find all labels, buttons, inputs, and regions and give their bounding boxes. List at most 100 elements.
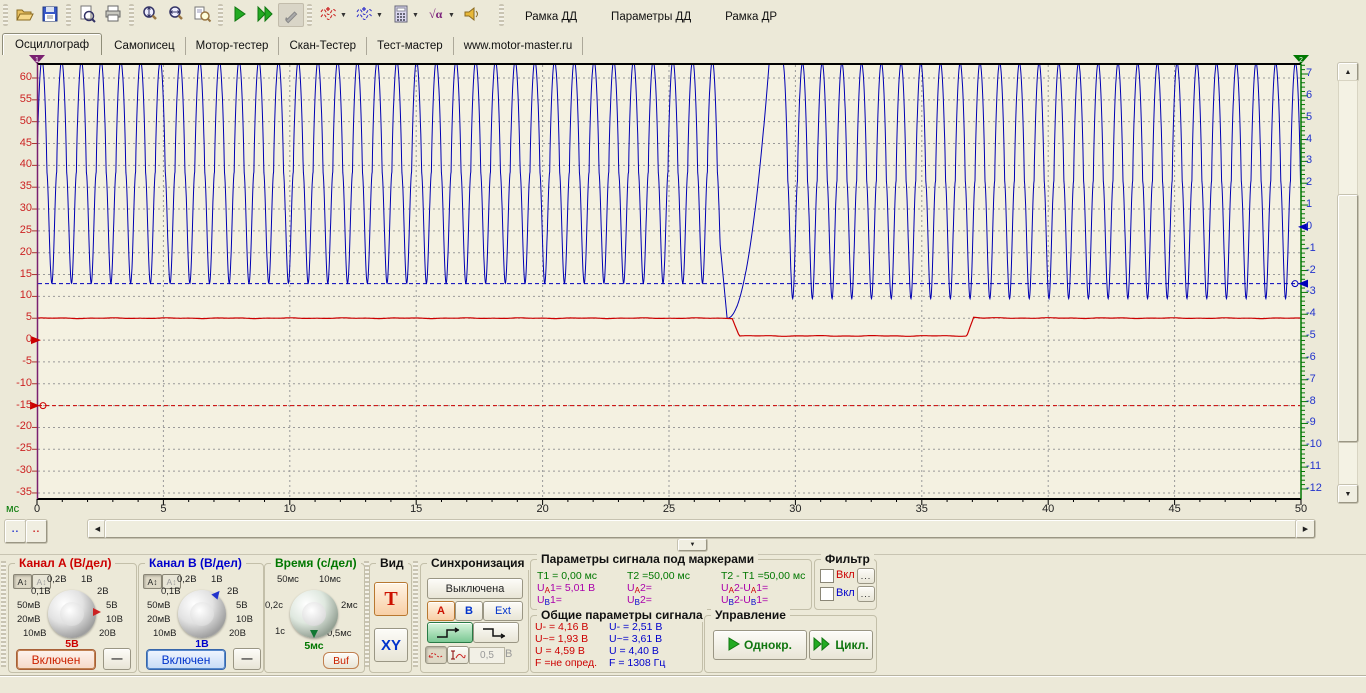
toolbar-grip[interactable]: [499, 4, 504, 26]
open-folder-button[interactable]: [11, 3, 37, 27]
collapse-panel-button[interactable]: ▼: [678, 539, 707, 551]
hscroll-thumb[interactable]: [105, 520, 1297, 538]
tab-1[interactable]: Осциллограф: [2, 33, 102, 55]
knob-scale-label: 50мВ: [147, 600, 170, 611]
marker1-scroll-button[interactable]: ..: [5, 520, 26, 543]
calculator-button[interactable]: ▼: [387, 3, 423, 27]
oscilloscope-plot[interactable]: 12: [0, 55, 1366, 554]
common-param-b: U- = 2,51 В: [609, 621, 662, 633]
right-axis-label: 7: [1306, 67, 1334, 79]
vscroll-up-button[interactable]: ▲: [1338, 63, 1358, 81]
panel-grip[interactable]: [413, 561, 418, 667]
sync-source-ext-button[interactable]: Ext: [483, 601, 523, 621]
right-axis-label: -5: [1306, 329, 1334, 341]
speaker-button[interactable]: [459, 3, 485, 27]
sync-level-input[interactable]: [469, 647, 505, 664]
view-t-button[interactable]: T: [374, 582, 408, 616]
volts-per-div-knob[interactable]: [48, 590, 96, 638]
wave-red-button[interactable]: ▼: [315, 3, 351, 27]
filter-panel: Фильтр Вкл...Вкл...: [814, 559, 877, 610]
left-axis-label: 25: [0, 224, 32, 236]
channel-a-power-button[interactable]: Включен: [17, 650, 95, 669]
sync-edge-rising-button[interactable]: [427, 622, 473, 643]
toolbar-grip[interactable]: [129, 4, 134, 26]
toolbar-text-button-1[interactable]: Рамка ДД: [515, 4, 587, 26]
channel-a-minus-button[interactable]: —: [103, 648, 131, 670]
wave-blue-button[interactable]: ▼: [351, 3, 387, 27]
run-once-button[interactable]: [226, 3, 252, 27]
left-axis-label: 10: [0, 289, 32, 301]
print-button[interactable]: [100, 3, 126, 27]
right-axis-label: 6: [1306, 89, 1334, 101]
print-preview-button[interactable]: [74, 3, 100, 27]
view-xy-button[interactable]: XY: [374, 628, 408, 662]
common-param-b: U~= 3,61 В: [609, 633, 662, 645]
zoom-horizontal-button[interactable]: [163, 3, 189, 27]
toolbar-grip[interactable]: [3, 4, 8, 26]
knob-scale-label: 0,1В: [161, 586, 181, 597]
double-play-icon: [813, 637, 831, 654]
control-panel: Управление Однокр.Цикл.: [704, 615, 877, 673]
zoom-vertical-button[interactable]: [137, 3, 163, 27]
channel-b-minus-button[interactable]: —: [233, 648, 261, 670]
x-axis-label: 30: [775, 503, 815, 515]
left-axis-label: 5: [0, 311, 32, 323]
sync-source-b-button[interactable]: B: [455, 601, 483, 621]
filter-checkbox-1[interactable]: [820, 569, 834, 583]
toolbar-grip[interactable]: [66, 4, 71, 26]
play-icon: [728, 637, 740, 654]
sync-mode-auto-button[interactable]: [425, 646, 447, 664]
scroll-left-icon: ◀: [95, 525, 100, 533]
right-axis-label: 5: [1306, 111, 1334, 123]
sync-mode-level-button[interactable]: [447, 646, 469, 664]
toolbar-grip[interactable]: [218, 4, 223, 26]
knob-scale-label: 20В: [99, 628, 116, 639]
right-axis-label: -8: [1306, 395, 1334, 407]
tab-4[interactable]: Скан-Тестер: [279, 37, 367, 55]
tab-6[interactable]: www.motor-master.ru: [454, 37, 584, 55]
run-cycle-button[interactable]: Цикл.: [809, 630, 873, 660]
left-axis-label: -20: [0, 420, 32, 432]
knob-scale-label: 20мВ: [147, 614, 170, 625]
save-button[interactable]: [37, 3, 63, 27]
marker2-scroll-button[interactable]: ..: [26, 520, 47, 543]
channel-scale-mode-button-1[interactable]: А↕: [143, 574, 162, 589]
marker1-dots-icon: ..: [12, 527, 20, 532]
toolbar-grip[interactable]: [307, 4, 312, 26]
knob-pointer: [310, 630, 318, 638]
knob-scale-label: 0,2с: [265, 600, 283, 611]
toolbar-text-button-2[interactable]: Параметры ДД: [601, 4, 701, 26]
toolbar-text-button-3[interactable]: Рамка ДР: [715, 4, 787, 26]
sync-off-button[interactable]: Выключена: [427, 578, 523, 599]
buffer-button[interactable]: Buf: [323, 652, 359, 669]
sync-level-unit: В: [505, 648, 512, 660]
falling-edge-icon: [481, 626, 511, 640]
sync-source-a-button[interactable]: А: [427, 601, 455, 621]
hscroll-right-button[interactable]: ▶: [1296, 520, 1315, 538]
run-cycle-button[interactable]: [252, 3, 278, 27]
tab-2[interactable]: Самописец: [104, 37, 186, 55]
edit-disabled-button[interactable]: [278, 3, 304, 27]
filter-settings-button-2[interactable]: ...: [857, 586, 875, 602]
zoom-selection-button[interactable]: [189, 3, 215, 27]
vscroll-down-button[interactable]: ▼: [1338, 485, 1358, 503]
sync-title: Синхронизация: [427, 556, 529, 570]
left-axis-label: 55: [0, 93, 32, 105]
channel-b-power-button[interactable]: Включен: [147, 650, 225, 669]
control-panel-area: Канал A (В/дел) А↕А↕0,2В1В0,1В2В50мВ5В20…: [0, 554, 1366, 676]
channel-b-title: Канал B (В/дел): [145, 556, 246, 570]
panel-grip[interactable]: [1, 561, 6, 667]
control-title: Управление: [711, 608, 790, 622]
channel-scale-mode-button-1[interactable]: А↕: [13, 574, 32, 589]
run-once-button[interactable]: Однокр.: [713, 630, 807, 660]
filter-checkbox-2[interactable]: [820, 587, 834, 601]
rising-edge-icon: [435, 626, 465, 640]
sync-edge-falling-button[interactable]: [473, 622, 519, 643]
right-axis-label: -10: [1306, 438, 1334, 450]
sqrt-button[interactable]: √α▼: [423, 3, 459, 27]
filter-settings-button-1[interactable]: ...: [857, 568, 875, 584]
vscroll-thumb[interactable]: [1338, 195, 1358, 442]
tab-3[interactable]: Мотор-тестер: [186, 37, 280, 55]
tab-5[interactable]: Тест-мастер: [367, 37, 454, 55]
left-axis-label: -5: [0, 355, 32, 367]
